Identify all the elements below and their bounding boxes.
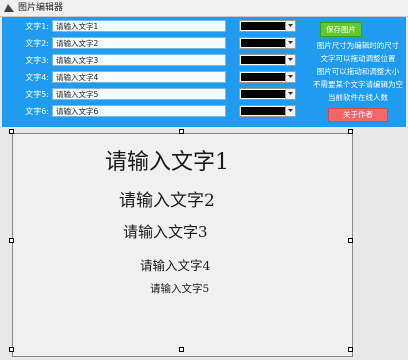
canvas-text-2[interactable]: 请输入文字2 [119, 186, 215, 211]
text-row-label: 文字3: [25, 56, 49, 65]
chevron-down-icon [288, 41, 293, 44]
color-swatch [241, 56, 286, 64]
text-row-6: 文字6: [2, 105, 302, 118]
resize-handle-bottom-right[interactable] [348, 347, 353, 352]
canvas-text-5[interactable]: 请输入文字5 [150, 281, 209, 296]
dropdown-button[interactable] [285, 89, 295, 99]
info-text: 图片尺寸为编辑时的尺寸 [316, 41, 400, 50]
save-image-button[interactable]: 保存图片 [320, 22, 362, 37]
resize-handle-left[interactable] [9, 238, 14, 243]
text-row-3: 文字3: [2, 54, 302, 67]
color-swatch [241, 107, 286, 115]
chevron-down-icon [288, 58, 293, 61]
color-select-6[interactable] [239, 105, 296, 117]
text-row-label: 文字2: [25, 39, 49, 48]
title-bar: 图片编辑器 [0, 0, 408, 17]
resize-handle-bottom-left[interactable] [9, 347, 14, 352]
resize-handle-top-left[interactable] [9, 129, 14, 134]
info-text: 不需要某个文字请编辑为空 [313, 80, 403, 89]
canvas-text-1[interactable]: 请输入文字1 [105, 144, 229, 176]
online-users-text: 当前软件在线人数 [328, 93, 388, 102]
dropdown-button[interactable] [285, 55, 295, 65]
text-row-label: 文字4: [25, 73, 49, 82]
chevron-down-icon [288, 92, 293, 95]
text-input-2[interactable] [52, 37, 226, 49]
color-swatch [241, 22, 286, 30]
resize-handle-right[interactable] [348, 238, 353, 243]
text-input-3[interactable] [52, 54, 226, 66]
dropdown-button[interactable] [285, 106, 295, 116]
resize-handle-bottom[interactable] [179, 347, 184, 352]
text-row-5: 文字5: [2, 88, 302, 101]
text-input-6[interactable] [52, 105, 226, 117]
image-canvas[interactable]: 请输入文字1 请输入文字2 请输入文字3 请输入文字4 请输入文字5 [12, 133, 353, 357]
color-select-2[interactable] [239, 37, 296, 49]
chevron-down-icon [288, 75, 293, 78]
control-panel: 文字1: 文字2: 文字3: 文字4: [2, 17, 406, 127]
resize-handle-top[interactable] [179, 129, 184, 134]
resize-handle-top-right[interactable] [348, 129, 353, 134]
text-row-2: 文字2: [2, 37, 302, 50]
text-row-label: 文字1: [25, 22, 49, 31]
info-text: 图片可以拖动和调整大小 [316, 67, 400, 76]
color-select-1[interactable] [239, 20, 296, 32]
canvas-text-3[interactable]: 请输入文字3 [123, 221, 208, 242]
dropdown-button[interactable] [285, 72, 295, 82]
text-row-label: 文字6: [25, 107, 49, 116]
text-input-5[interactable] [52, 88, 226, 100]
image-editor-app-icon [4, 4, 14, 12]
chevron-down-icon [288, 24, 293, 27]
dropdown-button[interactable] [285, 21, 295, 31]
about-author-button[interactable]: 关于作者 [328, 108, 388, 122]
color-select-3[interactable] [239, 54, 296, 66]
dropdown-button[interactable] [285, 38, 295, 48]
chevron-down-icon [288, 109, 293, 112]
color-select-4[interactable] [239, 71, 296, 83]
color-swatch [241, 39, 286, 47]
window-title: 图片编辑器 [18, 3, 64, 13]
text-input-1[interactable] [52, 20, 226, 32]
text-row-1: 文字1: [2, 20, 302, 33]
text-row-label: 文字5: [25, 90, 49, 99]
color-swatch [241, 90, 286, 98]
text-input-4[interactable] [52, 71, 226, 83]
text-row-4: 文字4: [2, 71, 302, 84]
color-swatch [241, 73, 286, 81]
canvas-text-4[interactable]: 请输入文字4 [140, 255, 210, 274]
info-text: 文字可以拖动调整位置 [320, 54, 396, 63]
color-select-5[interactable] [239, 88, 296, 100]
